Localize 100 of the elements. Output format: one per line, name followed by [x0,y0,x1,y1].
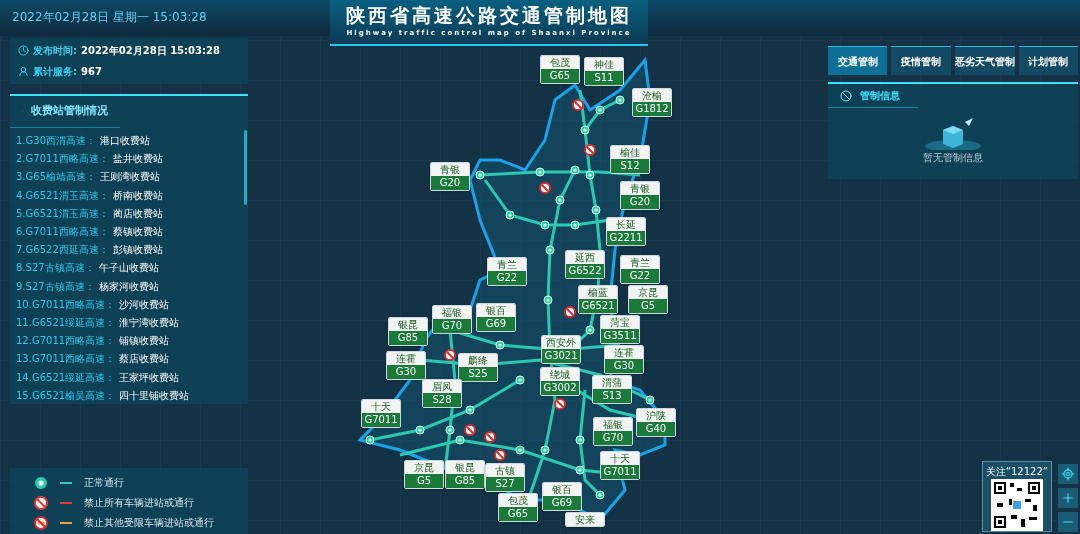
locate-button[interactable] [1058,464,1078,484]
empty-message: 暂无管制信息 [923,151,983,165]
station-marker-icon[interactable] [595,105,605,115]
legend-label: 禁止其他受限车辆进站或通行 [84,517,214,529]
station-name: 四十里铺收费站 [119,388,190,403]
highway-name: 福银 [433,306,471,319]
no-entry-icon[interactable] [484,431,496,443]
highway-code: G1812 [633,102,671,116]
highway-name: 长延 [607,218,645,231]
station-marker-icon[interactable] [591,205,601,215]
station-road: 6.G7011西略高速： [16,225,109,240]
user-icon [18,66,29,77]
highway-name: 沪陕 [637,409,675,422]
station-road: 12.G7011西略高速： [16,334,116,349]
highway-name: 青银 [621,182,659,195]
highway-code: G30 [387,365,425,379]
highway-code: S27 [486,477,524,491]
highway-name: 青兰 [621,256,659,269]
station-marker-icon[interactable] [505,210,515,220]
station-road: 13.G7011西略高速： [16,352,116,367]
station-name: 沙河收费站 [119,297,170,312]
station-marker-icon[interactable] [465,405,475,415]
station-name: 港口收费站 [100,134,150,149]
highway-name: 包茂 [499,494,537,507]
scrollbar-thumb[interactable] [244,130,247,205]
station-marker-icon[interactable] [545,245,555,255]
no-entry-icon [840,89,852,102]
station-road: 2.G7011西略高速： [16,152,109,167]
highway-name: 福银 [594,418,632,431]
highway-code: S25 [459,367,497,381]
highway-name: 麟绛 [459,354,497,367]
no-entry-icon[interactable] [494,449,506,461]
no-entry-icon[interactable] [564,306,576,318]
no-entry-icon[interactable] [554,398,566,410]
highway-code: G3511 [601,329,639,343]
station-marker-icon[interactable] [515,445,525,455]
no-entry-icon[interactable] [464,424,476,436]
highway-name: 银昆 [446,461,484,474]
station-marker-icon[interactable] [645,395,655,405]
station-marker-icon[interactable] [543,295,553,305]
legend-label: 禁止所有车辆进站或通行 [84,497,194,509]
station-name: 蔡镇收费站 [112,225,163,240]
station-road: 9.S27古镇高速： [16,279,95,294]
highway-code: G70 [433,319,471,333]
station-marker-icon[interactable] [580,125,590,135]
no-entry-icon[interactable] [444,349,456,361]
plus-icon [1061,491,1075,505]
station-marker-icon[interactable] [585,170,595,180]
highway-name: 神佳 [585,58,623,71]
panel-title: 管制信息 [860,89,900,103]
highway-name: 西安外 [542,336,580,349]
station-marker-icon[interactable] [475,170,485,180]
station-marker-icon[interactable] [570,165,580,175]
station-name: 桥南收费站 [112,188,163,203]
station-marker-icon[interactable] [540,220,550,230]
station-road: 4.G6521渭玉高速： [16,188,109,203]
zoom-in-button[interactable] [1058,488,1078,508]
station-marker-icon[interactable] [615,95,625,105]
highway-code: G65 [541,69,579,83]
station-marker-icon[interactable] [515,375,525,385]
station-marker-icon[interactable] [555,195,565,205]
station-marker-icon[interactable] [575,435,585,445]
info-label: 发布时间: [33,44,77,58]
station-name: 王则湾收费站 [100,170,160,185]
no-entry-icon[interactable] [584,144,596,156]
station-marker-icon[interactable] [585,325,595,335]
station-name: 淮宁湾收费站 [119,315,180,330]
highway-name: 延西 [566,251,604,264]
no-entry-icon[interactable] [539,182,551,194]
control-tab[interactable]: 计划管制 [1018,46,1078,75]
highway-name: 榆佳 [611,146,649,159]
station-marker-icon[interactable] [495,340,505,350]
control-tab[interactable]: 恶劣天气管制 [954,46,1015,75]
station-name: 蔺店收费站 [112,206,163,221]
control-tab[interactable]: 疫情管制 [891,46,951,75]
station-marker-icon[interactable] [575,465,585,475]
station-marker-icon[interactable] [595,490,605,500]
station-road: 3.G65榆靖高速： [16,170,96,185]
highway-code: G7011 [601,465,639,479]
station-road: 10.G7011西略高速： [16,297,116,312]
station-marker-icon[interactable] [455,435,465,445]
no-entry-icon[interactable] [572,99,584,111]
highway-name: 榆蓝 [579,286,617,299]
station-marker-icon[interactable] [570,220,580,230]
highway-name: 包茂 [541,56,579,69]
station-name: 盐井收费站 [112,152,163,167]
highway-name: 连霍 [387,352,425,365]
station-marker-icon[interactable] [445,425,455,435]
station-marker-icon[interactable] [535,167,545,177]
station-road: 8.S27古镇高速： [16,261,95,276]
highway-code: G70 [594,431,632,445]
highway-name: 古镇 [486,464,524,477]
station-marker-icon[interactable] [365,435,375,445]
station-name: 午子山收费站 [98,261,159,276]
control-tab[interactable]: 交通管制 [828,46,888,75]
page-title: 陕西省高速公路交通管制地图 [346,3,632,28]
station-name: 杨家河收费站 [98,279,159,294]
station-marker-icon[interactable] [415,425,425,435]
station-marker-icon[interactable] [540,445,550,455]
highway-code: G30 [605,359,643,373]
